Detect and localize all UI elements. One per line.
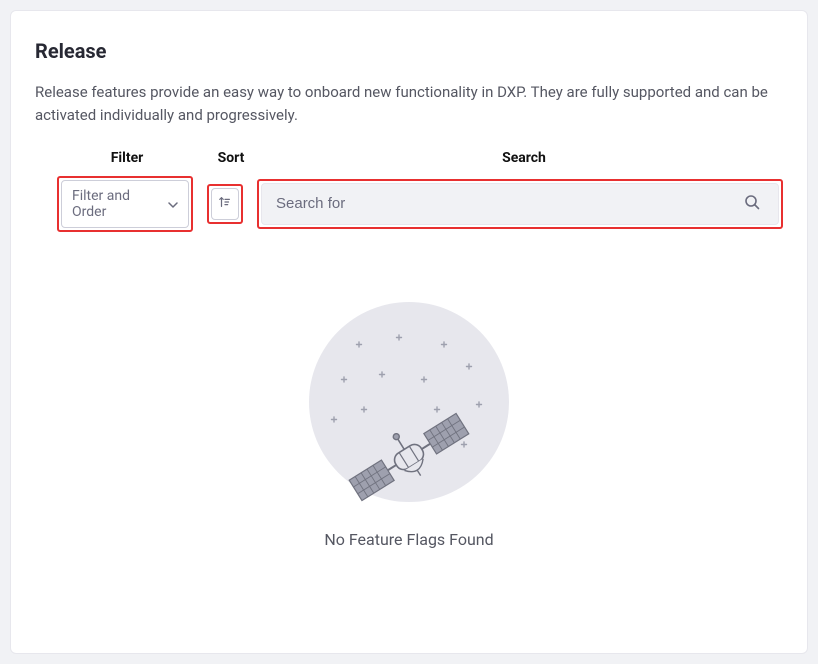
filter-highlight: Filter and Order [57,176,193,232]
caret-down-icon [168,196,178,212]
empty-state-illustration [309,302,509,502]
search-box [261,183,779,225]
search-heading: Search [265,150,783,166]
empty-state: No Feature Flags Found [35,302,783,549]
empty-state-message: No Feature Flags Found [324,530,493,549]
search-icon [744,194,760,213]
sort-icon [218,195,232,212]
toolbar: Filter and Order [35,176,783,232]
sort-heading: Sort [211,150,251,166]
sort-button[interactable] [211,188,239,220]
page-description: Release features provide an easy way to … [35,81,783,128]
search-input[interactable] [276,195,740,212]
search-button[interactable] [740,190,764,217]
toolbar-labels: Filter Sort Search [35,150,783,166]
filter-dropdown[interactable]: Filter and Order [61,180,189,228]
filter-heading: Filter [57,150,197,166]
release-card: Release Release features provide an easy… [10,10,808,654]
sort-highlight [207,184,243,224]
page-title: Release [35,39,783,63]
search-highlight [257,179,783,229]
filter-dropdown-label: Filter and Order [72,188,162,220]
